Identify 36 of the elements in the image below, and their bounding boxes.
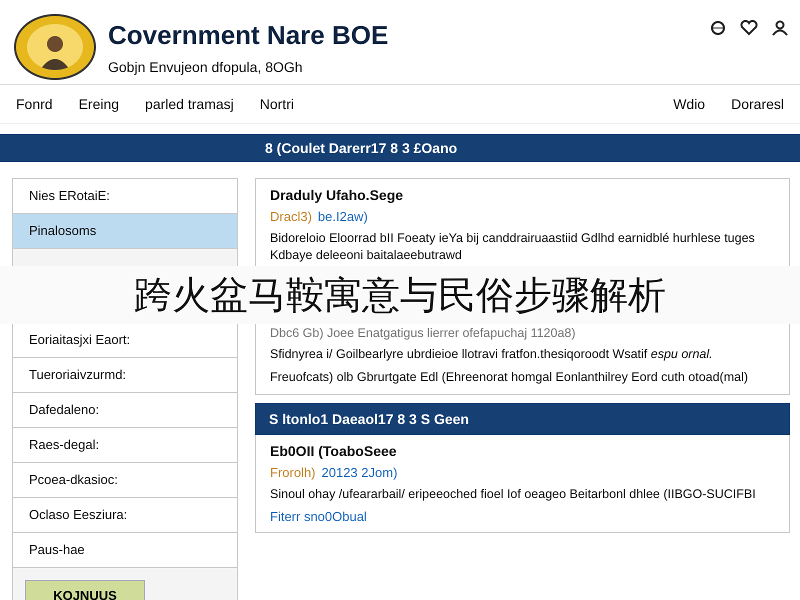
article-text: Bidoreloio Eloorrad bII Foeaty ieYa bij canddrairuaastiid Gdlhd earnidblé hurhlese tuges Kdbaye deleeoni baitalaeebutrawd: [270, 230, 756, 264]
caption-text: 跨火盆马鞍寓意与民俗步骤解析: [134, 272, 666, 318]
sidebar-item[interactable]: Paus-hae: [13, 533, 237, 568]
heart-icon[interactable]: [740, 20, 758, 36]
sidebar-item[interactable]: Tueroriaivzurmd:: [13, 358, 237, 393]
article-title: Draduly Ufaho.Sege: [270, 187, 404, 203]
article-paragraph: Freuofcats) olb Gbrurtgate Edl (Ehreenorat homgal Eonlanthilrey Eord cuth otoad(mal): [270, 369, 750, 386]
banner-title: 8 (Coulet Darerr17 8 3 £Oano: [265, 140, 458, 156]
sidebar-item[interactable]: Dafedaleno:: [13, 393, 237, 428]
article-paragraph: Sfidnyrea i/ Goilbearlyre ubrdieioe llotravi fratfon.thesiqoroodt Wsatif espu ornal.: [270, 346, 714, 363]
sidebar-item[interactable]: Eoriaitasjxi Eaort:: [13, 323, 237, 358]
article-author: Frorolh): [270, 465, 316, 480]
nav-link[interactable]: Nortri: [260, 96, 294, 112]
nav-link[interactable]: Ereing: [78, 96, 120, 112]
nav-link[interactable]: Fonrd: [16, 96, 53, 112]
article-date: be.I2aw): [318, 209, 368, 224]
sidebar-item[interactable]: Raes-degal:: [13, 428, 237, 463]
read-more-link[interactable]: Fiterr sno0Obual: [270, 509, 775, 524]
site-title: Covernment Nare BOE: [108, 20, 390, 50]
person-silhouette-icon: [40, 34, 70, 70]
sidebar-item[interactable]: Pinalosoms: [13, 214, 237, 249]
site-subtitle: Gobjn Envujeon dfopula, 8OGh: [108, 58, 304, 74]
nav-link[interactable]: parled tramasj: [145, 96, 234, 112]
sidebar-item[interactable]: Nies ERotaiE:: [13, 179, 237, 214]
sidebar-item[interactable]: Oclaso Eesziura:: [13, 498, 237, 533]
article-author: Dracl3): [270, 209, 312, 224]
article-date: 20123 2Jom): [322, 465, 398, 480]
article-text: Sinoul ohay /ufeararbail/ eripeeoched fioel Iof oeageo Beitarbonl dhlee (IIBGO-SUCIFBI: [270, 486, 757, 503]
article-meta: Dbc6 Gb) Joee Enatgatigus lierrer ofefapuchaj 1120a8): [270, 326, 577, 340]
article-title: Eb0OII (ToaboSeee: [270, 443, 398, 459]
sidebar-button[interactable]: KOJNUUS: [25, 580, 145, 600]
nav-link[interactable]: Wdio: [673, 96, 706, 112]
sidebar-item[interactable]: Pcoea-dkasioc:: [13, 463, 237, 498]
nav-link[interactable]: Doraresl: [731, 96, 784, 112]
section-header: S ltonlo1 Daeaol17 8 3 S Geen: [255, 403, 790, 435]
user-icon[interactable]: [772, 20, 788, 36]
